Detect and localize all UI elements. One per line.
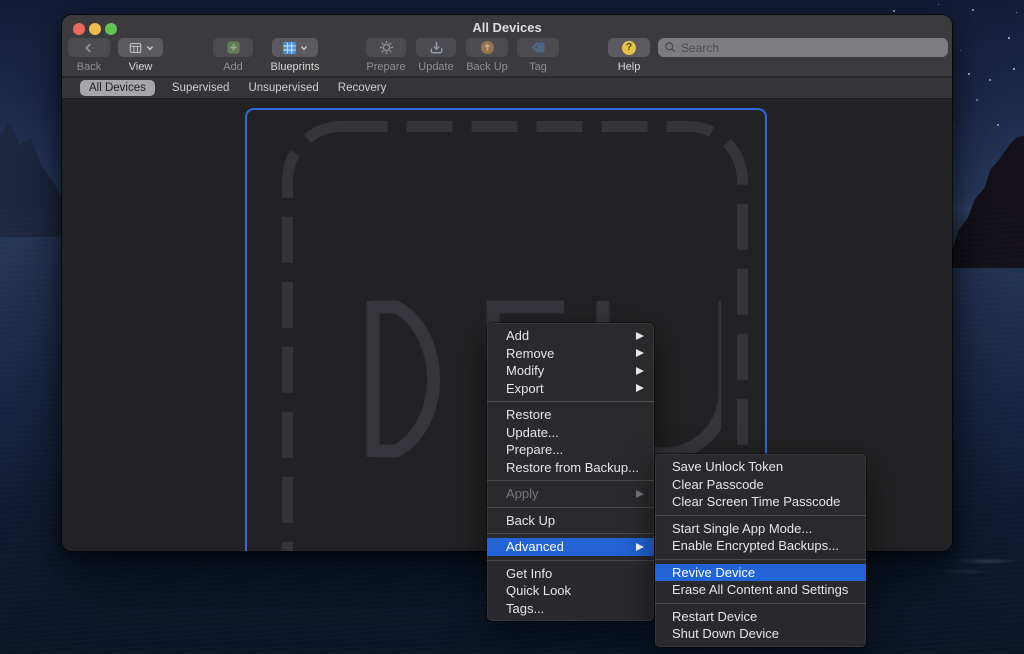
menu-separator	[655, 559, 866, 560]
menu-item-modify[interactable]: Modify	[487, 362, 654, 380]
menu-item-clear-screen-time-passcode[interactable]: Clear Screen Time Passcode	[655, 493, 866, 511]
download-tray-icon	[429, 40, 444, 55]
menu-item-erase-all-content-and-settings[interactable]: Erase All Content and Settings	[655, 581, 866, 599]
tab-unsupervised[interactable]: Unsupervised	[246, 80, 320, 96]
menu-item-back-up[interactable]: Back Up	[487, 512, 654, 530]
menu-item-restore[interactable]: Restore	[487, 406, 654, 424]
menu-separator	[655, 603, 866, 604]
plus-icon	[226, 40, 241, 55]
question-icon: ?	[622, 41, 636, 55]
toolbar-backup-button: Back Up	[466, 38, 508, 57]
menu-item-get-info[interactable]: Get Info	[487, 565, 654, 583]
submenu-arrow-icon	[636, 349, 644, 357]
tab-all-devices[interactable]: All Devices	[80, 80, 155, 96]
menu-item-restore-from-backup[interactable]: Restore from Backup...	[487, 459, 654, 477]
tab-recovery[interactable]: Recovery	[336, 80, 389, 96]
toolbar-view-button[interactable]: View	[118, 38, 163, 57]
chevron-left-icon	[82, 41, 96, 55]
submenu-arrow-icon	[636, 490, 644, 498]
menu-item-remove[interactable]: Remove	[487, 345, 654, 363]
menu-item-restart-device[interactable]: Restart Device	[655, 608, 866, 626]
submenu-arrow-icon	[636, 332, 644, 340]
menu-separator	[655, 515, 866, 516]
wallpaper-foam	[942, 552, 1022, 578]
submenu-arrow-icon	[636, 367, 644, 375]
menu-item-save-unlock-token[interactable]: Save Unlock Token	[655, 458, 866, 476]
menu-item-prepare[interactable]: Prepare...	[487, 441, 654, 459]
window-title: All Devices	[62, 20, 952, 35]
toolbar-add-button: Add	[213, 38, 253, 57]
menu-item-shut-down-device[interactable]: Shut Down Device	[655, 625, 866, 643]
toolbar-update-button: Update	[416, 38, 456, 57]
toolbar-prepare-button: Prepare	[366, 38, 406, 57]
menu-item-add[interactable]: Add	[487, 327, 654, 345]
menu-item-update[interactable]: Update...	[487, 424, 654, 442]
chevron-down-icon	[146, 44, 154, 52]
menu-separator	[487, 480, 654, 481]
search-input[interactable]	[681, 41, 942, 55]
submenu-arrow-icon	[636, 384, 644, 392]
menu-item-tags[interactable]: Tags...	[487, 600, 654, 618]
scope-bar: All Devices Supervised Unsupervised Reco…	[62, 78, 952, 99]
upload-circle-icon	[480, 40, 495, 55]
menu-separator	[487, 533, 654, 534]
advanced-submenu: Save Unlock Token Clear Passcode Clear S…	[655, 454, 866, 647]
menu-separator	[487, 560, 654, 561]
gear-icon	[379, 40, 394, 55]
menu-separator	[487, 401, 654, 402]
menu-item-advanced[interactable]: Advanced	[487, 538, 654, 556]
menu-item-clear-passcode[interactable]: Clear Passcode	[655, 476, 866, 494]
chevron-down-icon	[300, 44, 308, 52]
toolbar-blueprints-button[interactable]: Blueprints	[272, 38, 318, 57]
blueprints-grid-icon	[282, 41, 297, 55]
menu-item-start-single-app-mode[interactable]: Start Single App Mode...	[655, 520, 866, 538]
search-field[interactable]	[658, 38, 948, 57]
tab-supervised[interactable]: Supervised	[170, 80, 232, 96]
search-icon	[664, 41, 677, 54]
menu-separator	[487, 507, 654, 508]
submenu-arrow-icon	[636, 543, 644, 551]
tag-icon	[530, 41, 546, 54]
menu-item-export[interactable]: Export	[487, 380, 654, 398]
wallpaper-cliff	[946, 133, 1024, 268]
menu-item-enable-encrypted-backups[interactable]: Enable Encrypted Backups...	[655, 537, 866, 555]
desktop: { "window": { "title": "All Devices" }, …	[0, 0, 1024, 654]
view-columns-icon	[128, 41, 143, 55]
window-header: All Devices Back	[62, 15, 952, 77]
menu-item-quick-look[interactable]: Quick Look	[487, 582, 654, 600]
menu-item-revive-device[interactable]: Revive Device	[655, 564, 866, 582]
toolbar-back-button: Back	[68, 38, 110, 57]
context-menu: Add Remove Modify Export Restore Update.…	[487, 323, 654, 621]
toolbar-help-button[interactable]: ? Help	[608, 38, 650, 57]
menu-item-apply: Apply	[487, 485, 654, 503]
wallpaper-mountain	[0, 112, 70, 237]
toolbar-tag-button: Tag	[517, 38, 559, 57]
